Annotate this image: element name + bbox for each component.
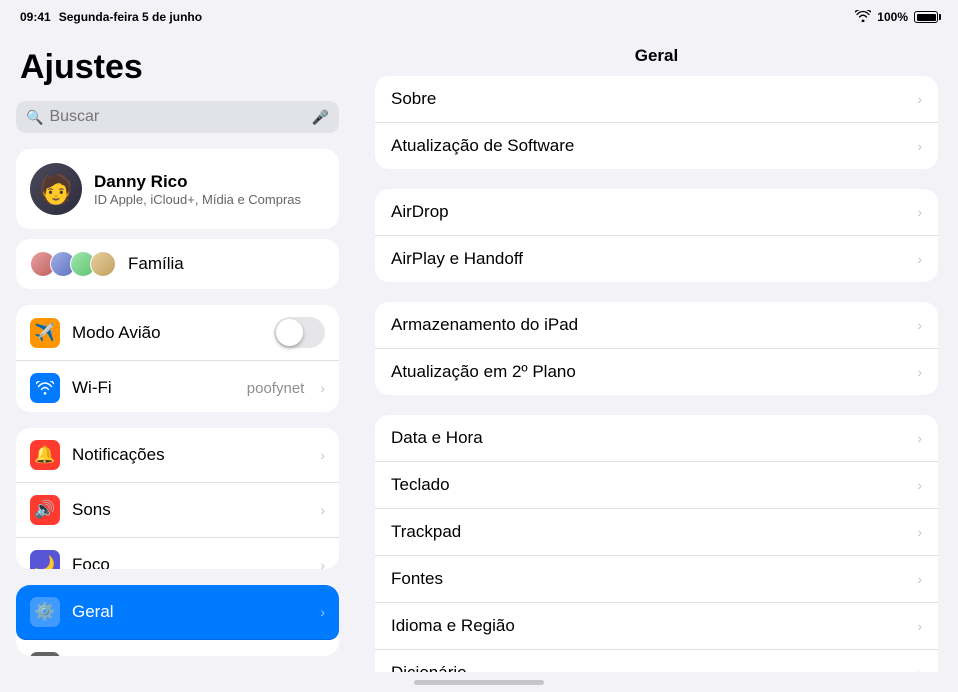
modo-aviao-icon: ✈️ (30, 318, 60, 348)
status-bar-left: 09:41 Segunda-feira 5 de junho (20, 10, 202, 24)
sidebar-item-central-controle[interactable]: 🎛 Central de Controle › (16, 640, 339, 656)
status-time: 09:41 (20, 10, 51, 24)
atualizacao-plano-chevron: › (917, 364, 922, 380)
mic-icon: 🎤 (312, 109, 329, 126)
dicionario-label: Dicionário (391, 663, 917, 672)
search-bar[interactable]: 🔍 🎤 (16, 101, 339, 133)
sons-icon: 🔊 (30, 495, 60, 525)
armazenamento-label: Armazenamento do iPad (391, 315, 917, 335)
geral-label: Geral (72, 602, 304, 622)
idioma-regiao-label: Idioma e Região (391, 616, 917, 636)
trackpad-label: Trackpad (391, 522, 917, 542)
sidebar-title: Ajustes (16, 48, 339, 87)
right-item-trackpad[interactable]: Trackpad › (375, 509, 938, 556)
notificacoes-icon: 🔔 (30, 440, 60, 470)
notificacoes-label: Notificações (72, 445, 304, 465)
profile-subtitle: ID Apple, iCloud+, Mídia e Compras (94, 192, 301, 207)
right-item-data-hora[interactable]: Data e Hora › (375, 415, 938, 462)
right-item-dicionario[interactable]: Dicionário › (375, 650, 938, 672)
wifi-icon (855, 10, 871, 25)
family-avatar-4 (90, 251, 116, 277)
sidebar-item-notificacoes[interactable]: 🔔 Notificações › (16, 428, 339, 483)
battery-indicator (914, 11, 938, 23)
fontes-label: Fontes (391, 569, 917, 589)
right-item-idioma-regiao[interactable]: Idioma e Região › (375, 603, 938, 650)
right-item-atualizacao-software[interactable]: Atualização de Software › (375, 123, 938, 169)
teclado-label: Teclado (391, 475, 917, 495)
avatar: 🧑 (30, 163, 82, 215)
airdrop-label: AirDrop (391, 202, 917, 222)
airplay-handoff-label: AirPlay e Handoff (391, 249, 917, 269)
atualizacao-software-label: Atualização de Software (391, 136, 917, 156)
sons-chevron: › (320, 502, 325, 518)
foco-icon: 🌙 (30, 550, 60, 570)
status-bar-right: 100% (855, 10, 938, 25)
sidebar-item-modo-aviao[interactable]: ✈️ Modo Avião (16, 305, 339, 361)
settings-group-system: ⚙️ Geral › 🎛 Central de Controle › (16, 585, 339, 656)
right-item-airplay-handoff[interactable]: AirPlay e Handoff › (375, 236, 938, 282)
right-item-teclado[interactable]: Teclado › (375, 462, 938, 509)
wifi-chevron: › (320, 380, 325, 396)
battery-percent: 100% (877, 10, 908, 24)
right-group-regional: Data e Hora › Teclado › Trackpad › Fonte… (375, 415, 938, 672)
sidebar: Ajustes 🔍 🎤 🧑 Danny Rico ID Apple, iClou… (0, 32, 355, 672)
status-date: Segunda-feira 5 de junho (59, 10, 202, 24)
sobre-label: Sobre (391, 89, 917, 109)
atualizacao-plano-label: Atualização em 2º Plano (391, 362, 917, 382)
foco-label: Foco (72, 555, 304, 570)
home-indicator (0, 672, 958, 692)
right-group-about: Sobre › Atualização de Software › (375, 76, 938, 169)
family-avatars (30, 251, 110, 277)
geral-chevron: › (320, 604, 325, 620)
search-input[interactable] (49, 108, 305, 126)
central-controle-icon: 🎛 (30, 652, 60, 656)
teclado-chevron: › (917, 477, 922, 493)
airdrop-chevron: › (917, 204, 922, 220)
sobre-chevron: › (917, 91, 922, 107)
data-hora-label: Data e Hora (391, 428, 917, 448)
right-item-sobre[interactable]: Sobre › (375, 76, 938, 123)
wifi-value: poofynet (247, 380, 305, 397)
right-group-airdrop: AirDrop › AirPlay e Handoff › (375, 189, 938, 282)
sidebar-item-sons[interactable]: 🔊 Sons › (16, 483, 339, 538)
settings-group-notifications: 🔔 Notificações › 🔊 Sons › 🌙 Foco › ⏱ Tem… (16, 428, 339, 570)
notificacoes-chevron: › (320, 447, 325, 463)
data-hora-chevron: › (917, 430, 922, 446)
wifi-label: Wi-Fi (72, 378, 235, 398)
right-item-armazenamento[interactable]: Armazenamento do iPad › (375, 302, 938, 349)
status-bar: 09:41 Segunda-feira 5 de junho 100% (0, 0, 958, 32)
settings-group-connectivity: ✈️ Modo Avião Wi-Fi poofynet › (16, 305, 339, 412)
fontes-chevron: › (917, 571, 922, 587)
family-row[interactable]: Família (16, 239, 339, 289)
geral-icon: ⚙️ (30, 597, 60, 627)
modo-aviao-toggle[interactable] (274, 317, 325, 348)
sons-label: Sons (72, 500, 304, 520)
sidebar-item-wi-fi[interactable]: Wi-Fi poofynet › (16, 361, 339, 412)
right-panel-title: Geral (355, 32, 958, 76)
profile-info: Danny Rico ID Apple, iCloud+, Mídia e Co… (94, 172, 301, 207)
profile-name: Danny Rico (94, 172, 301, 192)
search-icon: 🔍 (26, 109, 43, 126)
right-item-airdrop[interactable]: AirDrop › (375, 189, 938, 236)
atualizacao-software-chevron: › (917, 138, 922, 154)
armazenamento-chevron: › (917, 317, 922, 333)
modo-aviao-label: Modo Avião (72, 323, 262, 343)
dicionario-chevron: › (917, 665, 922, 672)
family-label: Família (128, 254, 184, 274)
sidebar-item-foco[interactable]: 🌙 Foco › (16, 538, 339, 570)
right-panel-content: Sobre › Atualização de Software › AirDro… (355, 76, 958, 672)
home-bar (414, 680, 544, 685)
right-item-fontes[interactable]: Fontes › (375, 556, 938, 603)
right-group-storage: Armazenamento do iPad › Atualização em 2… (375, 302, 938, 395)
right-item-atualizacao-plano[interactable]: Atualização em 2º Plano › (375, 349, 938, 395)
right-panel: Geral Sobre › Atualização de Software › … (355, 32, 958, 672)
idioma-regiao-chevron: › (917, 618, 922, 634)
trackpad-chevron: › (917, 524, 922, 540)
wifi-settings-icon (30, 373, 60, 403)
sidebar-item-geral[interactable]: ⚙️ Geral › (16, 585, 339, 640)
foco-chevron: › (320, 557, 325, 570)
airplay-handoff-chevron: › (917, 251, 922, 267)
profile-card[interactable]: 🧑 Danny Rico ID Apple, iCloud+, Mídia e … (16, 149, 339, 229)
app-container: Ajustes 🔍 🎤 🧑 Danny Rico ID Apple, iClou… (0, 32, 958, 672)
